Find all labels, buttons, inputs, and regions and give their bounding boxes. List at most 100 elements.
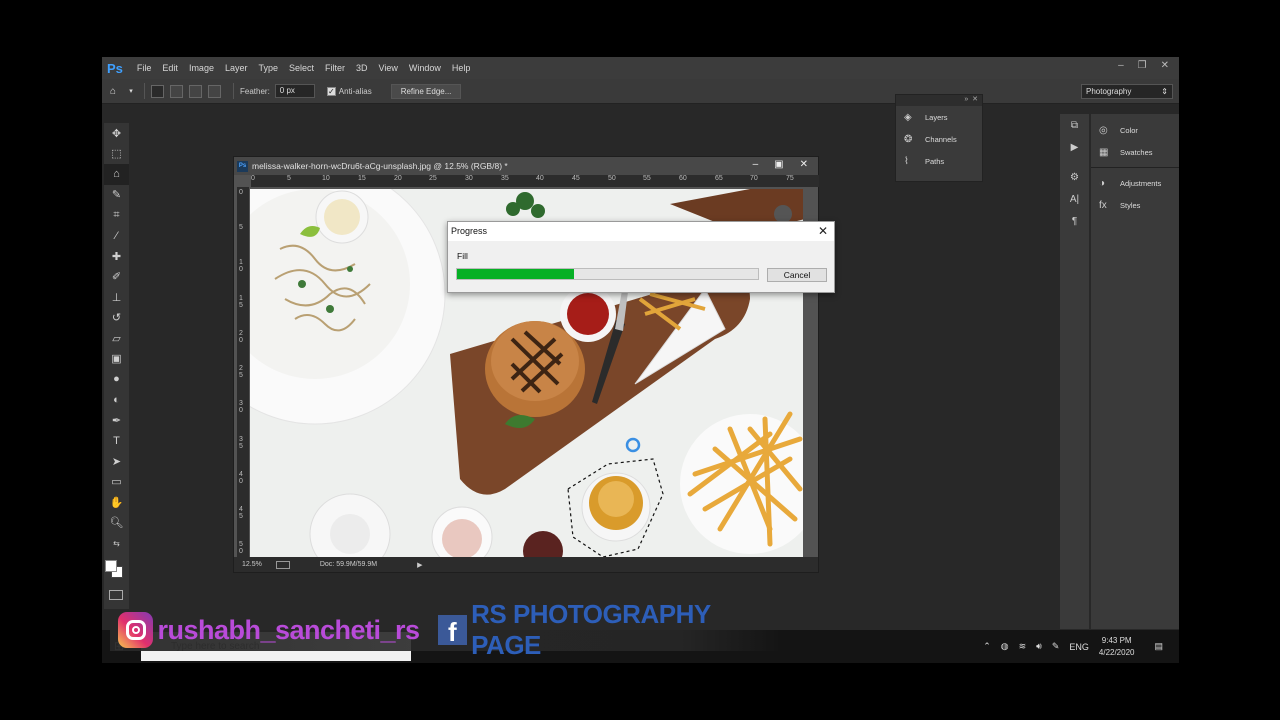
paragraph-icon[interactable]: ¶ [1060, 210, 1089, 232]
menu-image[interactable]: Image [189, 63, 214, 73]
history-brush-tool-icon[interactable]: ↺ [104, 308, 129, 329]
document-status-bar: 12.5% Doc: 59.9M/59.9M ▶ [234, 557, 818, 572]
close-icon[interactable]: ✕ [1161, 60, 1169, 71]
menu-layer[interactable]: Layer [225, 63, 248, 73]
wifi-icon[interactable]: ≋ [1019, 641, 1027, 652]
actions-play-icon[interactable]: ▶ [1060, 136, 1089, 158]
ruler-tick: 4 0 [239, 471, 243, 485]
layers-icon: ◈ [904, 111, 912, 123]
network-icon[interactable]: ◍ [1001, 641, 1009, 652]
notifications-icon[interactable]: ▤ [1154, 641, 1163, 652]
restore-icon[interactable]: ❐ [1138, 60, 1147, 71]
clone-stamp-tool-icon[interactable]: ⊥ [104, 287, 129, 308]
panel-header[interactable]: » ✕ [896, 95, 982, 106]
tool-preset-dropdown-icon[interactable]: ▾ [124, 84, 138, 98]
history-icon[interactable]: ⧉ [1060, 114, 1089, 136]
anti-alias-label: Anti-alias [338, 86, 372, 96]
collapse-icon[interactable]: » [964, 96, 968, 103]
pen-icon[interactable]: ✎ [1052, 641, 1060, 652]
doc-close-icon[interactable]: ✕ [800, 159, 808, 170]
rectangle-tool-icon[interactable]: ▭ [104, 472, 129, 493]
brush-tool-icon[interactable]: ✐ [104, 267, 129, 288]
clock[interactable]: 9:43 PM 4/22/2020 [1099, 635, 1135, 659]
pen-tool-icon[interactable]: ✒ [104, 410, 129, 431]
anti-alias-checkbox[interactable]: ✓ [326, 86, 336, 96]
panel-item-layers[interactable]: ◈ Layers [896, 106, 982, 128]
panel-item-channels[interactable]: ❂ Channels [896, 128, 982, 150]
intersect-selection-mode[interactable] [208, 84, 221, 98]
eyedropper-tool-icon[interactable]: ⁄ [104, 226, 129, 247]
panel-item-styles[interactable]: fx Styles [1091, 194, 1179, 216]
quick-selection-tool-icon[interactable]: ✎ [104, 185, 129, 206]
menu-select[interactable]: Select [289, 63, 314, 73]
panel-item-color[interactable]: ◎ Color [1091, 119, 1179, 141]
ruler-vertical: 0 5 1 0 1 5 2 0 2 5 3 0 3 5 4 0 4 5 5 0 [237, 187, 249, 558]
panel-item-label: Styles [1120, 200, 1141, 210]
hand-tool-icon[interactable]: ✋ [104, 492, 129, 513]
character-icon[interactable]: A| [1060, 188, 1089, 210]
ruler-tick: 10 [322, 175, 330, 182]
blur-tool-icon[interactable]: ● [104, 369, 129, 390]
quick-mask-icon[interactable] [109, 590, 123, 600]
ruler-tick: 15 [358, 175, 366, 182]
dialog-close-icon[interactable]: ✕ [818, 224, 828, 238]
workspace-select[interactable]: Photography ⇕ [1081, 84, 1173, 99]
doc-minimize-icon[interactable]: – [753, 159, 759, 170]
zoom-level[interactable]: 12.5% [242, 561, 262, 568]
status-menu-arrow-icon[interactable]: ▶ [417, 561, 422, 569]
ruler-tick: 30 [465, 175, 473, 182]
menu-file[interactable]: File [137, 63, 152, 73]
type-tool-icon[interactable]: T [104, 431, 129, 452]
menu-window[interactable]: Window [409, 63, 441, 73]
menu-3d[interactable]: 3D [356, 63, 368, 73]
add-selection-mode[interactable] [170, 84, 183, 98]
channels-icon: ❂ [904, 133, 913, 145]
chevron-up-icon[interactable]: ⌃ [983, 641, 991, 652]
move-tool-icon[interactable]: ✥ [104, 123, 129, 144]
new-selection-mode[interactable] [151, 84, 164, 98]
dodge-tool-icon[interactable]: ◐ [104, 390, 129, 411]
menu-help[interactable]: Help [452, 63, 471, 73]
feather-input[interactable]: 0 px [274, 84, 315, 98]
menu-edit[interactable]: Edit [162, 63, 178, 73]
tools-panel: ✥ ⬚ ⌂ ✎ ⌗ ⁄ ✚ ✐ ⊥ ↺ ▱ ▣ ● ◐ ✒ T ➤ ▭ ✋ 🔍︎… [104, 123, 129, 609]
document-titlebar[interactable]: Ps melissa-walker-horn-wcDru6t-aCg-unspl… [234, 157, 818, 175]
menu-view[interactable]: View [379, 63, 398, 73]
panel-item-adjustments[interactable]: ◑ Adjustments [1091, 172, 1179, 194]
panel-item-paths[interactable]: ⌇ Paths [896, 150, 982, 172]
ruler-tick: 5 [239, 224, 243, 231]
gradient-tool-icon[interactable]: ▣ [104, 349, 129, 370]
status-toggle-icon[interactable] [275, 560, 290, 569]
lasso-tool-icon[interactable]: ⌂ [104, 164, 129, 185]
panel-item-swatches[interactable]: ▦ Swatches [1091, 141, 1179, 163]
refine-edge-button[interactable]: Refine Edge... [390, 83, 462, 99]
eraser-tool-icon[interactable]: ▱ [104, 328, 129, 349]
swap-colors-icon[interactable]: ⇆ [104, 533, 129, 554]
marquee-tool-icon[interactable]: ⬚ [104, 144, 129, 165]
menu-filter[interactable]: Filter [325, 63, 345, 73]
zoom-tool-icon[interactable]: 🔍︎ [104, 513, 129, 534]
menu-type[interactable]: Type [258, 63, 278, 73]
doc-maximize-icon[interactable]: ▣ [774, 159, 783, 170]
path-selection-tool-icon[interactable]: ➤ [104, 451, 129, 472]
panel-close-icon[interactable]: ✕ [972, 96, 978, 103]
language-indicator[interactable]: ENG [1069, 642, 1089, 652]
panel-item-label: Adjustments [1120, 178, 1162, 188]
ruler-tick: 5 [287, 175, 291, 182]
progress-dialog: Progress ✕ Fill Cancel [447, 221, 835, 293]
properties-icon[interactable]: ⚙ [1060, 166, 1089, 188]
ps-logo: Ps [107, 60, 123, 76]
healing-brush-tool-icon[interactable]: ✚ [104, 246, 129, 267]
ruler-tick: 3 0 [239, 400, 243, 414]
volume-icon[interactable]: 🔊︎ [1036, 641, 1042, 652]
crop-tool-icon[interactable]: ⌗ [104, 205, 129, 226]
cancel-button[interactable]: Cancel [767, 268, 827, 282]
facebook-icon: f [437, 615, 468, 647]
minimize-icon[interactable]: – [1118, 60, 1124, 71]
ruler-tick: 2 0 [239, 330, 243, 344]
foreground-color-swatch[interactable] [105, 560, 117, 572]
instagram-handle: rushabh_sancheti_rs [157, 614, 420, 645]
polygonal-lasso-icon[interactable]: ⌂ [106, 84, 120, 98]
subtract-selection-mode[interactable] [189, 84, 202, 98]
menu-bar: Ps File Edit Image Layer Type Select Fil… [102, 57, 1179, 79]
